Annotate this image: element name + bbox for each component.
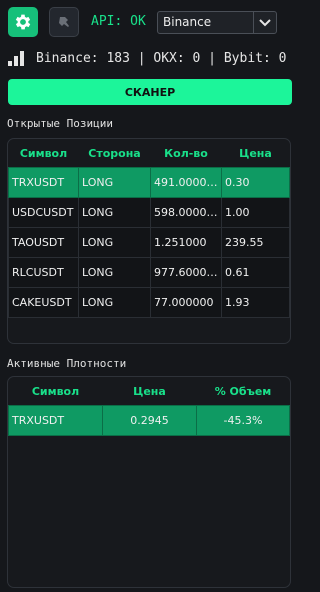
column-header-symbol[interactable]: Символ xyxy=(9,377,103,406)
cell-side: LONG xyxy=(78,257,151,288)
cell-side: LONG xyxy=(78,197,151,228)
column-header-price[interactable]: Цена xyxy=(222,139,290,168)
column-header-symbol[interactable]: Символ xyxy=(9,139,79,168)
cell-symbol: USDCUSDT xyxy=(8,197,79,228)
cell-symbol: TAOUSDT xyxy=(8,227,79,258)
positions-table: Символ Сторона Кол-во Цена TRXUSDT LONG … xyxy=(8,139,290,318)
exchange-counts: Binance: 183 | OKX: 0 | Bybit: 0 xyxy=(36,51,287,66)
toolbar: API: OK Binance xyxy=(8,7,300,37)
chevron-down-icon[interactable] xyxy=(253,11,276,34)
exchange-select[interactable]: Binance xyxy=(157,11,277,34)
cell-price: 0.2945 xyxy=(102,405,197,436)
cell-symbol: RLCUSDT xyxy=(8,257,79,288)
table-row[interactable]: USDCUSDT LONG 598.0000… 1.00 xyxy=(8,197,290,228)
scanner-button[interactable]: СКАНЕР xyxy=(8,79,292,105)
cell-price: 1.00 xyxy=(221,197,290,228)
exchange-stats: Binance: 183 | OKX: 0 | Bybit: 0 xyxy=(8,51,306,67)
cell-side: LONG xyxy=(78,227,151,258)
cell-side: LONG xyxy=(78,287,151,318)
pin-icon xyxy=(59,17,69,27)
densities-table: Символ Цена % Объем TRXUSDT 0.2945 -45.3… xyxy=(8,377,290,436)
table-row[interactable]: TRXUSDT LONG 491.0000… 0.30 xyxy=(8,167,290,198)
cell-quantity: 977.6000… xyxy=(150,257,222,288)
cell-volume-percent: -45.3% xyxy=(196,405,290,436)
column-header-volume-percent[interactable]: % Объем xyxy=(197,377,290,406)
table-row[interactable]: TRXUSDT 0.2945 -45.3% xyxy=(8,405,290,436)
column-header-quantity[interactable]: Кол-во xyxy=(151,139,222,168)
densities-panel: Символ Цена % Объем TRXUSDT 0.2945 -45.3… xyxy=(7,376,291,588)
cell-quantity: 1.251000 xyxy=(150,227,222,258)
cell-quantity: 491.0000… xyxy=(150,167,222,198)
settings-button[interactable] xyxy=(8,7,38,37)
column-header-side[interactable]: Сторона xyxy=(79,139,151,168)
cell-price: 0.61 xyxy=(221,257,290,288)
table-row[interactable]: TAOUSDT LONG 1.251000 239.55 xyxy=(8,227,290,258)
cell-symbol: TRXUSDT xyxy=(8,167,79,198)
exchange-selected-value: Binance xyxy=(163,15,212,29)
cell-quantity: 598.0000… xyxy=(150,197,222,228)
table-row[interactable]: CAKEUSDT LONG 77.000000 1.93 xyxy=(8,287,290,318)
cell-symbol: TRXUSDT xyxy=(8,405,103,436)
pin-button[interactable] xyxy=(49,7,79,37)
column-header-price[interactable]: Цена xyxy=(103,377,197,406)
gear-icon xyxy=(15,14,31,30)
positions-title: Открытые Позиции xyxy=(7,117,113,130)
signal-bars-icon xyxy=(8,51,26,66)
densities-title: Активные Плотности xyxy=(7,357,127,370)
table-row[interactable]: RLCUSDT LONG 977.6000… 0.61 xyxy=(8,257,290,288)
cell-price: 239.55 xyxy=(221,227,290,258)
cell-symbol: CAKEUSDT xyxy=(8,287,79,318)
cell-price: 0.30 xyxy=(221,167,290,198)
api-status: API: OK xyxy=(91,14,146,29)
cell-side: LONG xyxy=(78,167,151,198)
cell-price: 1.93 xyxy=(221,287,290,318)
cell-quantity: 77.000000 xyxy=(150,287,222,318)
positions-panel: Символ Сторона Кол-во Цена TRXUSDT LONG … xyxy=(7,138,291,344)
